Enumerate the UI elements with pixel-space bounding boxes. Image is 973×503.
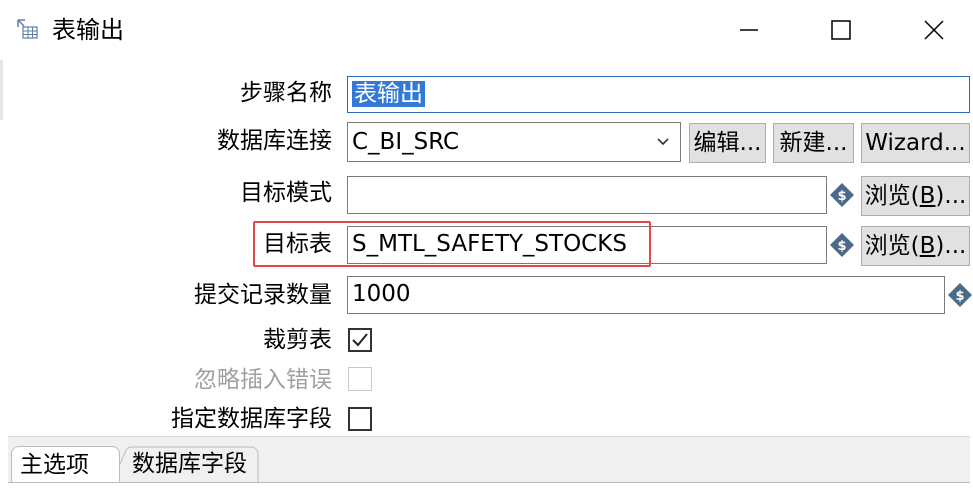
specify-db-fields-checkbox[interactable] — [348, 407, 372, 431]
svg-text:$: $ — [837, 189, 846, 204]
browse-table-button[interactable]: 浏览(B)... — [861, 226, 970, 266]
browse-schema-key: B — [919, 183, 936, 209]
dialog-window: 表输出 步骤名称 表输出 数据库连接 C_BI_SRC 编辑... 新建... … — [0, 0, 973, 503]
edit-connection-button[interactable]: 编辑... — [689, 123, 766, 163]
svg-text:$: $ — [837, 239, 846, 254]
maximize-button[interactable] — [818, 8, 864, 52]
ignore-insert-errors-checkbox — [348, 367, 372, 391]
check-icon — [352, 333, 368, 347]
variable-icon[interactable]: $ — [829, 232, 855, 258]
target-table-value: S_MTL_SAFETY_STOCKS — [352, 231, 627, 257]
target-table-input[interactable]: S_MTL_SAFETY_STOCKS — [347, 226, 827, 264]
step-name-label: 步骤名称 — [240, 80, 332, 106]
variable-icon[interactable]: $ — [829, 182, 855, 208]
tab-db-fields[interactable]: 数据库字段 — [112, 446, 259, 483]
browse-schema-button[interactable]: 浏览(B)... — [861, 176, 970, 216]
target-table-label: 目标表 — [263, 231, 332, 257]
minimize-button[interactable] — [726, 8, 772, 52]
step-name-value: 表输出 — [352, 81, 425, 107]
truncate-table-checkbox[interactable] — [348, 328, 372, 352]
chevron-down-icon — [652, 123, 674, 161]
title-bar: 表输出 — [0, 0, 973, 60]
browse-schema-text: 浏览( — [864, 183, 920, 209]
browse-schema-suffix: )... — [935, 183, 967, 209]
table-output-icon — [16, 18, 38, 40]
close-button[interactable] — [911, 8, 957, 52]
svg-text:$: $ — [955, 289, 964, 304]
window-left-edge — [0, 60, 3, 120]
target-schema-label: 目标模式 — [240, 180, 332, 206]
connection-select[interactable]: C_BI_SRC — [347, 122, 681, 162]
commit-size-value: 1000 — [352, 281, 411, 307]
window-title: 表输出 — [52, 16, 124, 44]
browse-table-key: B — [919, 233, 936, 259]
ignore-insert-errors-label: 忽略插入错误 — [194, 367, 332, 393]
wizard-button[interactable]: Wizard... — [861, 123, 970, 163]
commit-size-label: 提交记录数量 — [194, 282, 332, 308]
commit-size-input[interactable]: 1000 — [347, 276, 945, 314]
tab-main-options[interactable]: 主选项 — [11, 446, 120, 483]
step-name-input[interactable]: 表输出 — [347, 76, 970, 113]
maximize-icon — [831, 20, 851, 40]
connection-label: 数据库连接 — [217, 128, 332, 154]
browse-table-text: 浏览( — [864, 233, 920, 259]
new-connection-button[interactable]: 新建... — [773, 123, 854, 163]
truncate-table-label: 裁剪表 — [263, 327, 332, 353]
connection-value: C_BI_SRC — [352, 129, 460, 155]
target-schema-input[interactable] — [347, 176, 827, 214]
variable-icon[interactable]: $ — [947, 282, 973, 308]
minimize-icon — [740, 29, 758, 31]
close-icon — [924, 20, 944, 40]
tab-panel — [8, 482, 970, 503]
specify-db-fields-label: 指定数据库字段 — [171, 406, 332, 432]
browse-table-suffix: )... — [935, 233, 967, 259]
